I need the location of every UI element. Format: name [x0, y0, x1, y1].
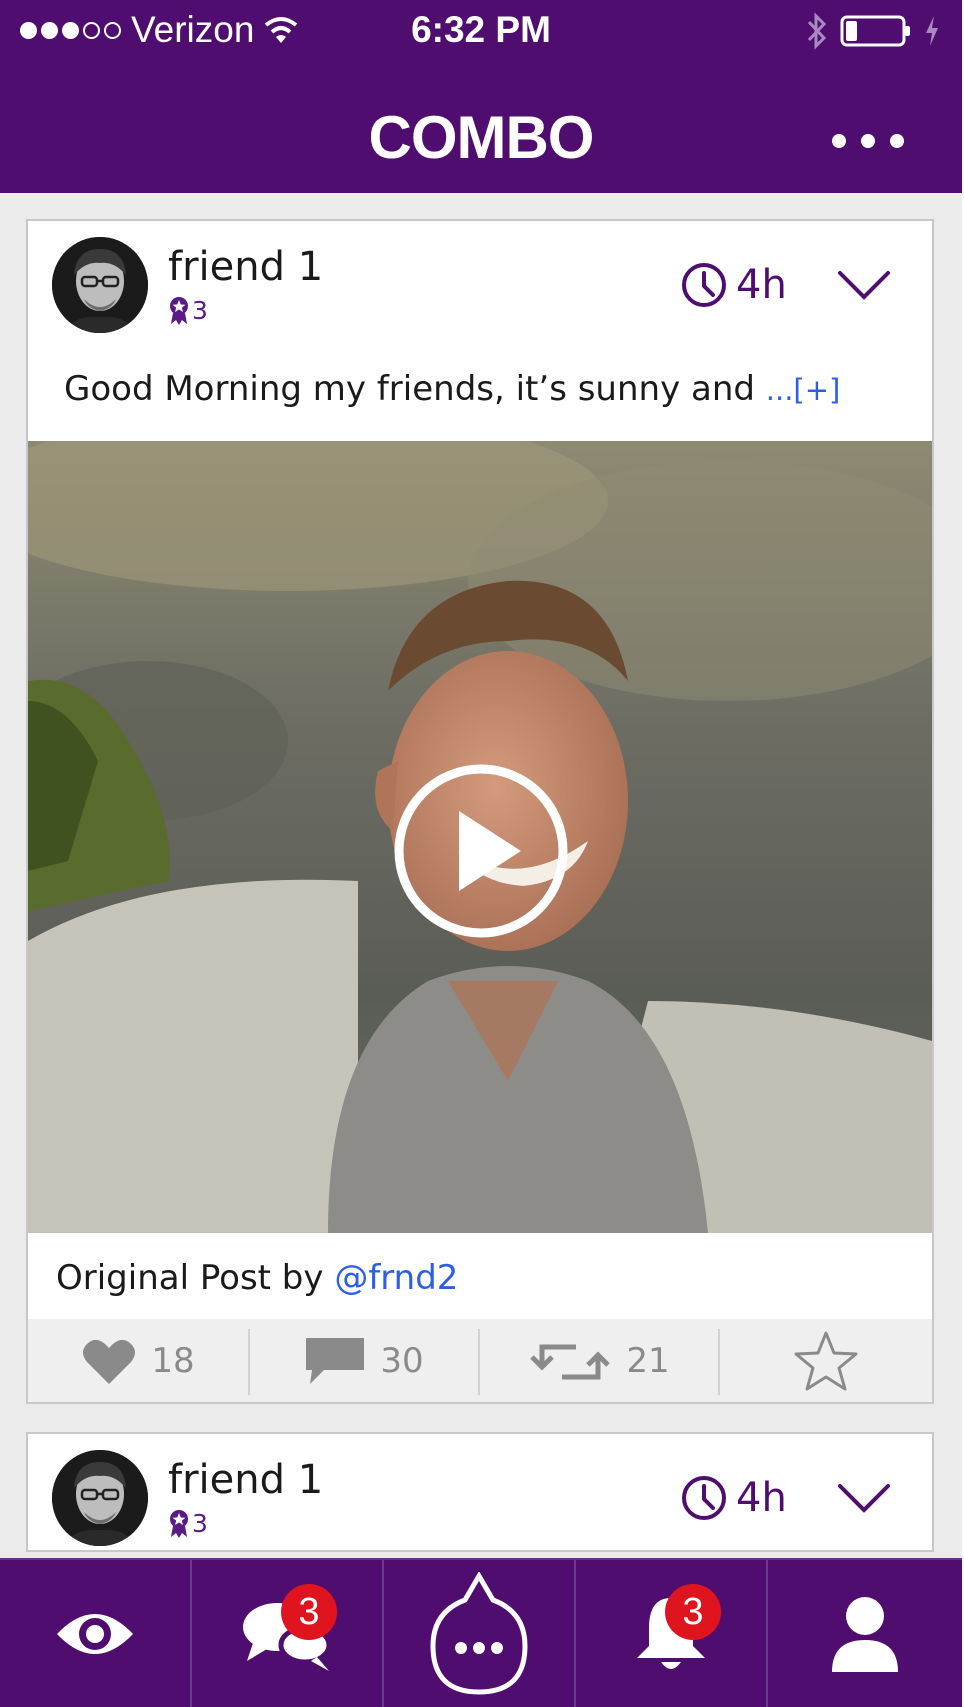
expand-post-link[interactable]: ...[+] — [766, 373, 841, 407]
status-bar-right — [806, 12, 940, 50]
post-card[interactable]: friend 1 3 4h Good Morning my friends, i… — [26, 219, 934, 1404]
repost-count: 21 — [626, 1340, 670, 1381]
comment-count: 30 — [380, 1340, 424, 1381]
app-screen: Verizon 6:32 PM COMBO friend 1 3 4h Good… — [0, 0, 964, 1707]
bluetooth-icon — [807, 12, 827, 50]
tab-messages[interactable]: 3 — [192, 1560, 382, 1707]
post-time-label: 4h — [736, 262, 787, 308]
post-video[interactable] — [28, 441, 932, 1233]
more-dot-icon — [832, 134, 846, 148]
bottom-tab-bar: 3 3 — [0, 1558, 962, 1707]
more-dot-icon — [861, 134, 875, 148]
repost-button[interactable]: 21 — [480, 1319, 718, 1402]
more-options-button[interactable] — [832, 124, 904, 158]
comment-icon — [306, 1337, 365, 1384]
tab-compose[interactable] — [384, 1560, 574, 1707]
play-icon[interactable] — [393, 763, 569, 939]
author-name[interactable]: friend 1 — [168, 245, 323, 289]
award-icon — [170, 1510, 188, 1538]
messages-badge: 3 — [281, 1584, 337, 1640]
author-avatar[interactable] — [52, 1450, 148, 1546]
post-time-label: 4h — [736, 1475, 787, 1521]
post-body: Good Morning my friends, it’s sunny and — [64, 369, 766, 409]
like-button[interactable]: 18 — [28, 1319, 248, 1402]
author-avatar[interactable] — [52, 237, 148, 333]
star-icon — [794, 1331, 858, 1390]
more-dot-icon — [890, 134, 904, 148]
comment-button[interactable]: 30 — [250, 1319, 478, 1402]
tab-watch[interactable] — [0, 1560, 190, 1707]
eye-icon — [57, 1613, 133, 1654]
original-post-line: Original Post by @frnd2 — [56, 1256, 458, 1300]
author-name[interactable]: friend 1 — [168, 1458, 323, 1502]
tab-profile[interactable] — [768, 1560, 962, 1707]
chevron-down-icon[interactable] — [836, 1480, 892, 1516]
award-icon — [170, 297, 188, 325]
favorite-button[interactable] — [720, 1319, 932, 1402]
reputation-badge: 3 — [168, 1509, 208, 1539]
chevron-down-icon[interactable] — [836, 267, 892, 303]
battery-icon — [840, 15, 910, 47]
notifications-badge: 3 — [665, 1584, 721, 1640]
badge-count: 3 — [192, 1509, 208, 1538]
repost-icon — [530, 1344, 611, 1379]
clock-icon — [682, 263, 726, 307]
charging-icon — [926, 16, 938, 46]
post-actions: 18 30 21 — [28, 1319, 932, 1402]
heart-icon — [83, 1339, 136, 1384]
app-title: COMBO — [368, 104, 595, 171]
post-time: 4h — [680, 261, 787, 309]
original-author-link[interactable]: @frnd2 — [334, 1258, 458, 1298]
post-text: Good Morning my friends, it’s sunny and … — [64, 367, 840, 412]
post-card[interactable]: friend 1 3 4h — [26, 1432, 934, 1552]
reputation-badge: 3 — [168, 296, 208, 326]
post-time: 4h — [680, 1474, 787, 1522]
combo-bubble-icon — [430, 1571, 528, 1695]
tab-notifications[interactable]: 3 — [576, 1560, 766, 1707]
like-count: 18 — [151, 1340, 195, 1381]
badge-count: 3 — [192, 296, 208, 325]
clock-icon — [682, 1476, 726, 1520]
person-icon — [832, 1596, 898, 1672]
original-post-prefix: Original Post by — [56, 1258, 335, 1298]
top-bar: Verizon 6:32 PM COMBO — [0, 0, 962, 193]
